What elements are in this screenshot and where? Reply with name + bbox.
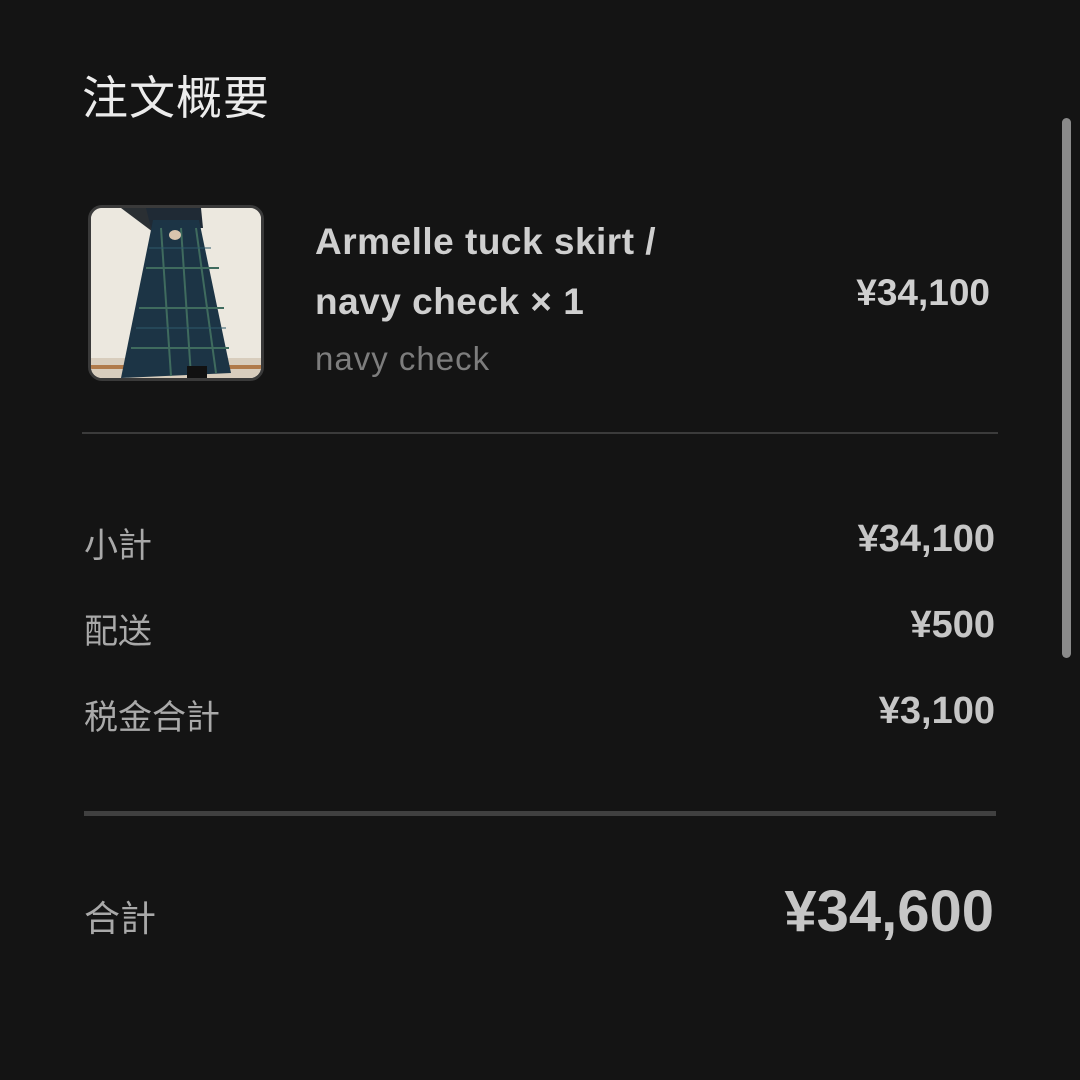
scrollbar[interactable] (1062, 118, 1071, 658)
tax-label: 税金合計 (84, 698, 220, 738)
tax-row: 税金合計 ¥3,100 (84, 690, 995, 740)
shipping-label: 配送 (84, 612, 152, 652)
tax-value: ¥3,100 (878, 690, 995, 732)
subtotal-label: 小計 (84, 526, 152, 566)
product-name-line1: Armelle tuck skirt / (315, 221, 657, 262)
subtotal-value: ¥34,100 (857, 518, 995, 560)
shipping-value: ¥500 (910, 604, 995, 646)
product-image (91, 208, 261, 378)
order-summary-title: 注文概要 (82, 71, 270, 125)
total-divider (84, 811, 996, 816)
subtotal-row: 小計 ¥34,100 (84, 518, 995, 568)
shipping-row: 配送 ¥500 (84, 604, 995, 654)
product-name: Armelle tuck skirt / navy check × 1 (315, 212, 656, 332)
product-thumbnail (88, 205, 264, 381)
product-price: ¥34,100 (856, 272, 990, 313)
total-label: 合計 (84, 899, 157, 940)
product-variant: navy check (315, 340, 491, 377)
divider (82, 432, 998, 434)
total-value: ¥34,600 (784, 879, 994, 944)
product-name-line2: navy check × 1 (315, 281, 585, 322)
